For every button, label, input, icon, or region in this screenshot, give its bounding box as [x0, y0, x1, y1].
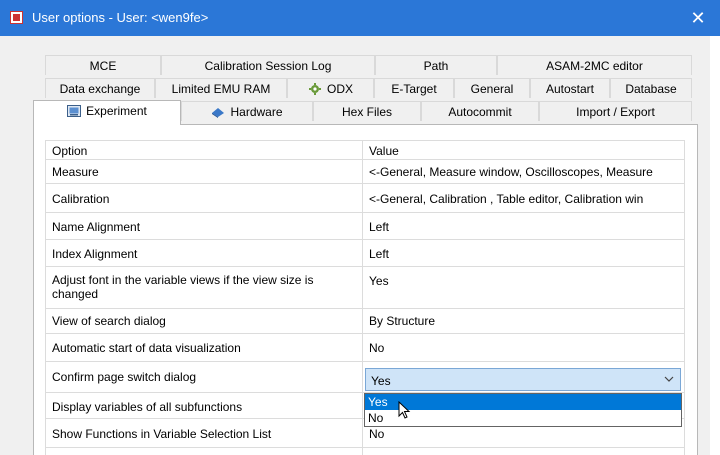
- option-name: Name Alignment: [45, 213, 363, 239]
- table-row[interactable]: Calibration <-General, Calibration , Tab…: [45, 183, 685, 212]
- option-value: <-General, Calibration , Table editor, C…: [363, 184, 685, 212]
- table-row[interactable]: Measure <-General, Measure window, Oscil…: [45, 159, 685, 183]
- option-name: Show Functions in Variable Selection Lis…: [45, 419, 363, 447]
- tab-general[interactable]: General: [454, 78, 530, 98]
- title-bar: User options - User: <wen9fe> ✕: [0, 0, 720, 36]
- tab-label: ASAM-2MC editor: [546, 59, 643, 73]
- close-icon[interactable]: ✕: [686, 7, 710, 29]
- column-header-value: Value: [363, 141, 685, 159]
- tab-label: Autocommit: [448, 105, 512, 119]
- tab-mce[interactable]: MCE: [45, 55, 161, 75]
- window-title: User options - User: <wen9fe>: [32, 10, 209, 25]
- tab-label: E-Target: [391, 82, 437, 96]
- option-name: View of search dialog: [45, 309, 363, 333]
- grid-header: Option Value: [45, 140, 685, 159]
- option-value: No: [363, 334, 685, 361]
- option-value: <-General, Measure window, Oscilloscopes…: [363, 160, 685, 183]
- option-value: Yes: [363, 267, 685, 308]
- tab-label: Autostart: [545, 82, 595, 96]
- select-value: Yes: [371, 374, 391, 388]
- tab-data-exchange[interactable]: Data exchange: [45, 78, 155, 98]
- tab-label: Data exchange: [59, 82, 141, 96]
- dropdown-option-yes[interactable]: Yes: [365, 394, 681, 410]
- tab-label: General: [470, 82, 514, 96]
- tab-calibration-session-log[interactable]: Calibration Session Log: [161, 55, 375, 75]
- table-row-partial: [45, 447, 685, 455]
- tab-label: Hardware: [230, 105, 283, 119]
- tab-label: Hex Files: [341, 105, 392, 119]
- mouse-pointer-icon: [398, 400, 412, 424]
- tab-limited-emu-ram[interactable]: Limited EMU RAM: [155, 78, 287, 98]
- tab-path[interactable]: Path: [375, 55, 497, 75]
- table-row[interactable]: Index Alignment Left: [45, 239, 685, 266]
- option-value: Left: [363, 213, 685, 239]
- option-name: Adjust font in the variable views if the…: [45, 267, 363, 308]
- table-row[interactable]: Name Alignment Left: [45, 212, 685, 239]
- tab-label: Calibration Session Log: [204, 59, 332, 73]
- option-name: Display variables of all subfunctions: [45, 393, 363, 418]
- option-name: Confirm page switch dialog: [45, 362, 363, 392]
- table-row[interactable]: Adjust font in the variable views if the…: [45, 266, 685, 308]
- dropdown-option-no[interactable]: No: [365, 410, 681, 426]
- tab-odx[interactable]: ODX: [287, 78, 374, 98]
- tab-label: Experiment: [86, 104, 147, 118]
- option-name: Automatic start of data visualization: [45, 334, 363, 361]
- option-value-empty: [363, 448, 685, 455]
- option-value: By Structure: [363, 309, 685, 333]
- odx-gear-icon: [308, 81, 322, 95]
- tab-hex-files[interactable]: Hex Files: [313, 101, 421, 121]
- experiment-icon: [67, 103, 82, 117]
- option-value: Left: [363, 240, 685, 266]
- table-row[interactable]: Automatic start of data visualization No: [45, 333, 685, 361]
- tab-label: MCE: [89, 59, 117, 73]
- hardware-icon: [211, 104, 225, 118]
- tab-hardware[interactable]: Hardware: [181, 101, 313, 121]
- tab-autostart[interactable]: Autostart: [530, 78, 610, 98]
- confirm-page-switch-select[interactable]: Yes: [365, 368, 681, 391]
- option-name-empty: [45, 448, 363, 455]
- tab-asam-2mc-editor[interactable]: ASAM-2MC editor: [497, 55, 692, 75]
- tab-e-target[interactable]: E-Target: [374, 78, 454, 98]
- tab-label: Path: [423, 59, 449, 73]
- tab-label: Import / Export: [576, 105, 655, 119]
- column-header-option: Option: [45, 141, 363, 159]
- option-name: Measure: [45, 160, 363, 183]
- option-name: Index Alignment: [45, 240, 363, 266]
- tab-label: Limited EMU RAM: [171, 82, 271, 96]
- tab-experiment[interactable]: Experiment: [33, 100, 181, 125]
- app-icon: [10, 11, 23, 24]
- tab-label: ODX: [326, 82, 353, 96]
- option-name: Calibration: [45, 184, 363, 212]
- table-row[interactable]: View of search dialog By Structure: [45, 308, 685, 333]
- tab-label: Database: [625, 82, 677, 96]
- chevron-down-icon[interactable]: [664, 372, 674, 389]
- tab-autocommit[interactable]: Autocommit: [421, 101, 539, 121]
- tab-import-export[interactable]: Import / Export: [539, 101, 692, 121]
- tab-database[interactable]: Database: [610, 78, 692, 98]
- background-window-edge: [710, 36, 720, 455]
